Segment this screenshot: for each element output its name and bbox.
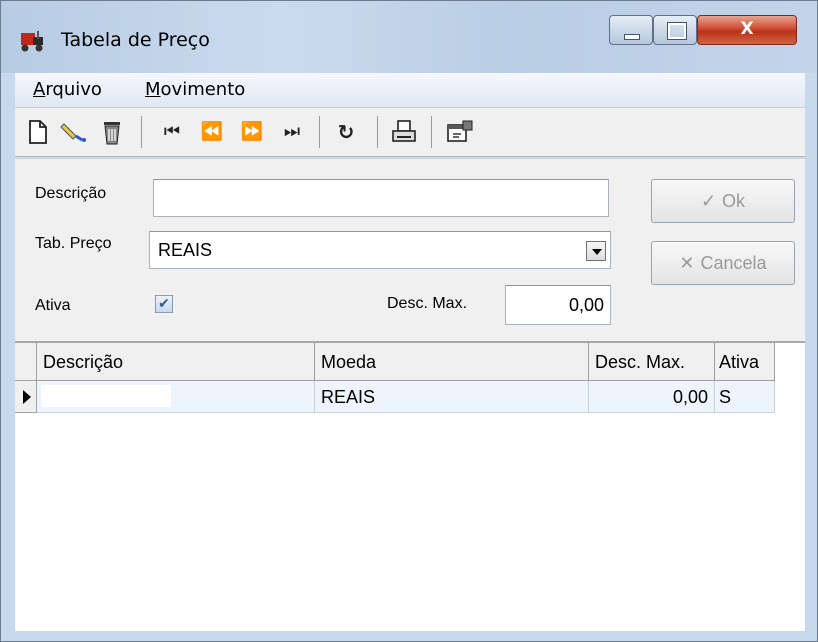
- cancel-x-icon: ✕: [679, 253, 695, 273]
- properties-icon[interactable]: [443, 116, 477, 148]
- minimize-button[interactable]: [609, 15, 653, 45]
- refresh-icon[interactable]: ↻: [329, 116, 363, 148]
- print-icon[interactable]: [387, 116, 421, 148]
- column-header-ativa[interactable]: Ativa: [715, 343, 775, 381]
- descricao-label: Descrição: [35, 185, 107, 202]
- ativa-checkbox[interactable]: ✔: [155, 295, 173, 313]
- checkmark-icon: ✔: [158, 296, 170, 312]
- delete-icon[interactable]: [95, 116, 129, 148]
- table-cell-descmax[interactable]: 0,00: [589, 381, 715, 413]
- tabpreco-value: REAIS: [158, 240, 213, 260]
- cancel-button[interactable]: ✕ Cancela: [651, 241, 795, 285]
- tabpreco-select[interactable]: REAIS: [149, 231, 611, 269]
- form-panel: Descrição Tab. Preço REAIS Ativa ✔ Desc.…: [15, 159, 805, 343]
- descmax-input[interactable]: [505, 285, 611, 325]
- app-window: Tabela de Preço X Arquivo Movimento ⏮ ⏪ …: [0, 0, 818, 642]
- last-icon[interactable]: ⏭: [275, 116, 309, 148]
- cell-editor[interactable]: [41, 385, 171, 407]
- descmax-label: Desc. Max.: [387, 295, 468, 312]
- grid-corner: [15, 343, 37, 381]
- new-icon[interactable]: [21, 116, 55, 148]
- menu-movimento[interactable]: Movimento: [145, 79, 245, 100]
- edit-icon[interactable]: [57, 116, 91, 148]
- maximize-icon: [668, 23, 686, 39]
- ok-button[interactable]: ✓ Ok: [651, 179, 795, 223]
- minimize-icon: [624, 34, 640, 40]
- maximize-button[interactable]: [653, 15, 697, 45]
- menu-arquivo[interactable]: Arquivo: [33, 79, 102, 100]
- close-icon: X: [740, 19, 754, 39]
- close-button[interactable]: X: [697, 15, 797, 45]
- table-cell-ativa[interactable]: S: [715, 381, 775, 413]
- column-header-descmax[interactable]: Desc. Max.: [589, 343, 715, 381]
- table-cell-moeda[interactable]: REAIS: [315, 381, 589, 413]
- tabpreco-label: Tab. Preço: [35, 235, 112, 252]
- data-grid[interactable]: Descrição Moeda Desc. Max. Ativa REAIS 0…: [15, 343, 805, 631]
- ativa-label: Ativa: [35, 297, 71, 314]
- table-cell-descricao[interactable]: [37, 381, 315, 413]
- descricao-input[interactable]: [153, 179, 609, 217]
- chevron-down-icon[interactable]: [586, 241, 606, 261]
- next-icon[interactable]: ⏩: [235, 116, 269, 148]
- toolbar: ⏮ ⏪ ⏩ ⏭ ↻: [15, 108, 805, 157]
- app-icon: [21, 31, 43, 52]
- column-header-moeda[interactable]: Moeda: [315, 343, 589, 381]
- row-indicator-icon: [15, 381, 37, 413]
- window-title: Tabela de Preço: [61, 29, 210, 51]
- prev-icon[interactable]: ⏪: [195, 116, 229, 148]
- menu-bar: Arquivo Movimento: [15, 73, 805, 108]
- column-header-descricao[interactable]: Descrição: [37, 343, 315, 381]
- check-icon: ✓: [700, 191, 717, 211]
- title-bar[interactable]: Tabela de Preço X: [1, 1, 817, 73]
- first-icon[interactable]: ⏮: [155, 116, 189, 148]
